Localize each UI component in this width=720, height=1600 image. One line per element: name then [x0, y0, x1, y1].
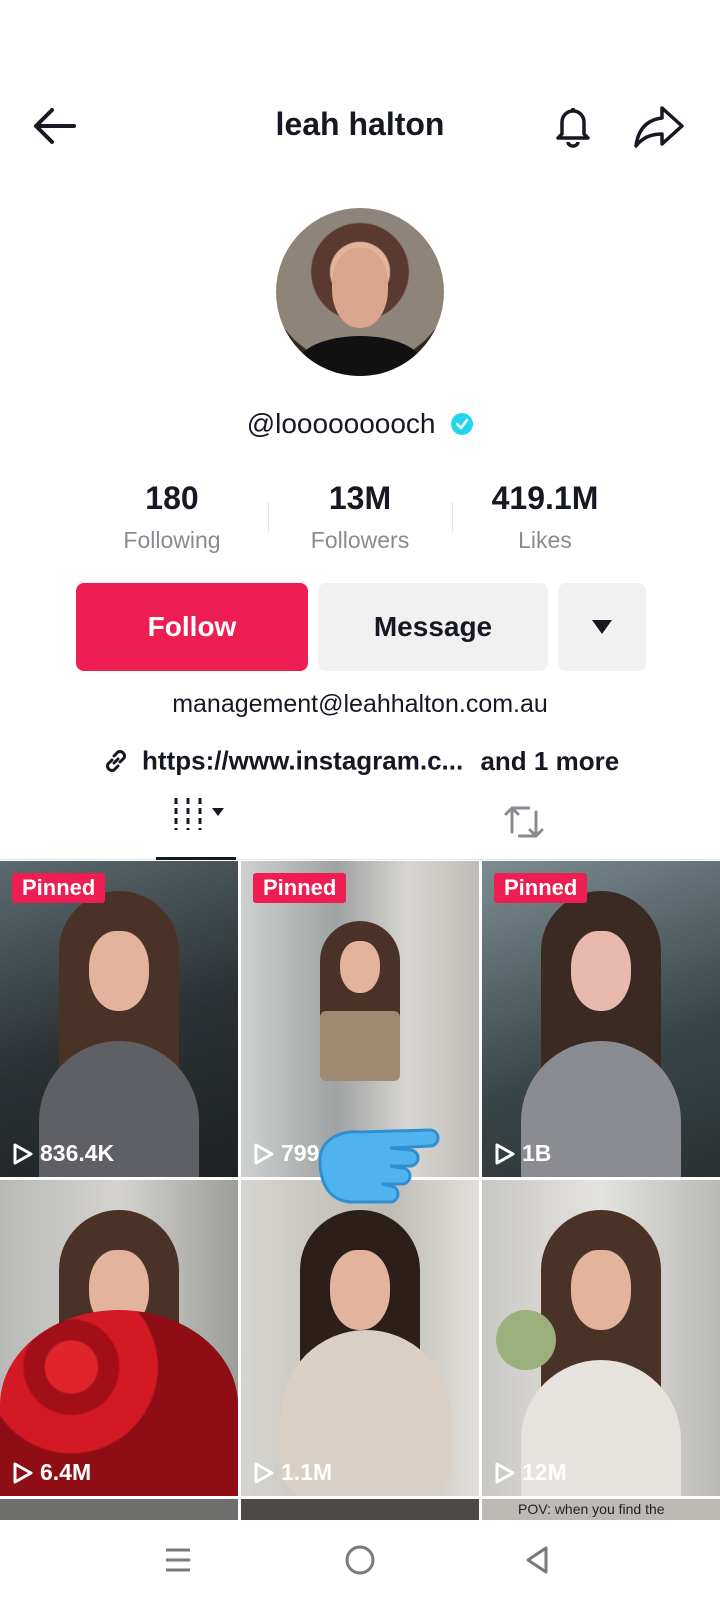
face: [571, 1250, 631, 1330]
stat-divider: [268, 502, 269, 532]
face: [89, 931, 149, 1011]
username: @looooooooch: [246, 407, 436, 439]
profile-stats: 180 Following 13M Followers 419.1M Likes: [0, 480, 720, 560]
stat-followers[interactable]: 13M Followers: [270, 480, 450, 554]
avatar-face: [332, 248, 388, 328]
video-caption: POV: when you find the: [518, 1501, 665, 1517]
username-row: @looooooooch: [0, 406, 720, 440]
video-thumbnail[interactable]: Pinned 1B: [482, 861, 720, 1177]
avatar-body: [296, 336, 424, 376]
pointing-hand-icon: [318, 1128, 440, 1204]
play-icon: [254, 1143, 274, 1164]
tab-active-indicator: [156, 857, 236, 860]
top: [320, 1011, 400, 1081]
message-button[interactable]: Message: [318, 583, 548, 671]
view-count-value: 6.4M: [40, 1459, 92, 1485]
view-count: 12M: [494, 1459, 567, 1486]
profile-actions: Follow Message: [76, 583, 646, 671]
avatar[interactable]: [276, 208, 444, 376]
more-dropdown-button[interactable]: [558, 583, 646, 671]
video-thumbnail[interactable]: 12M: [482, 1180, 720, 1496]
video-thumbnail[interactable]: 6.4M: [0, 1180, 238, 1496]
profile-header: leah halton: [0, 90, 720, 160]
grid-icon: [174, 798, 224, 830]
share-arrow-icon: [634, 106, 684, 148]
profile-tabs: [0, 792, 720, 860]
tab-reposts[interactable]: [500, 798, 548, 846]
view-count: 836.4K: [12, 1140, 114, 1167]
link-icon: [105, 750, 126, 773]
video-background: [0, 1499, 238, 1521]
view-count: 1B: [494, 1140, 551, 1167]
stat-following-label: Following: [123, 527, 221, 553]
video-person: [39, 891, 199, 1177]
play-icon: [13, 1462, 33, 1483]
face: [571, 931, 631, 1011]
home-circle-icon[interactable]: [340, 1540, 380, 1580]
stat-divider: [452, 502, 453, 532]
asparagus-bundle: [496, 1310, 556, 1370]
link-url[interactable]: https://www.instagram.c...: [142, 746, 463, 776]
video-thumbnail[interactable]: Pinned 836.4K: [0, 861, 238, 1177]
face: [340, 941, 380, 993]
stat-followers-value: 13M: [328, 480, 392, 516]
stat-followers-label: Followers: [310, 527, 410, 553]
system-nav-bar: [0, 1520, 720, 1600]
view-count-value: 836.4K: [40, 1140, 115, 1166]
video-thumbnail[interactable]: [0, 1499, 238, 1521]
stat-likes[interactable]: 419.1M Likes: [455, 480, 635, 554]
view-count-value: 1B: [522, 1140, 552, 1166]
play-icon: [495, 1462, 515, 1483]
video-person: [521, 1210, 681, 1496]
video-thumbnail[interactable]: POV: when you find the: [482, 1499, 720, 1521]
play-icon: [495, 1143, 515, 1164]
face: [330, 1250, 390, 1330]
pinned-badge: Pinned: [253, 873, 347, 903]
view-count-value: 12M: [522, 1459, 567, 1485]
repost-icon: [504, 806, 544, 838]
play-icon: [13, 1143, 33, 1164]
stat-likes-value: 419.1M: [491, 480, 599, 516]
view-count: 6.4M: [12, 1459, 91, 1486]
caret-down-icon: [592, 620, 612, 634]
bio-link[interactable]: https://www.instagram.c... and 1 more: [0, 744, 720, 777]
video-thumbnail[interactable]: 1.1M: [241, 1180, 479, 1496]
video-person: [521, 891, 681, 1177]
stat-following-value: 180: [145, 480, 199, 516]
tab-videos[interactable]: [156, 792, 236, 859]
back-triangle-icon[interactable]: [518, 1540, 558, 1580]
notification-bell-button[interactable]: [548, 100, 598, 150]
link-more[interactable]: and 1 more: [480, 746, 619, 776]
play-icon: [254, 1462, 274, 1483]
menu-icon[interactable]: [158, 1540, 198, 1580]
share-button[interactable]: [632, 102, 686, 150]
view-count: 1.1M: [253, 1459, 332, 1486]
video-thumbnail[interactable]: [241, 1499, 479, 1521]
bell-icon: [556, 108, 590, 148]
pinned-badge: Pinned: [494, 873, 588, 903]
video-background: [241, 1499, 479, 1521]
verified-badge-icon: [451, 412, 474, 435]
stat-following[interactable]: 180 Following: [82, 480, 262, 554]
follow-button[interactable]: Follow: [76, 583, 308, 671]
profile-title: leah halton: [275, 106, 445, 142]
view-count-value: 1.1M: [281, 1459, 333, 1485]
bio-text: management@leahhalton.com.au: [172, 690, 548, 718]
pinned-badge: Pinned: [12, 873, 106, 903]
stat-likes-label: Likes: [518, 527, 572, 553]
